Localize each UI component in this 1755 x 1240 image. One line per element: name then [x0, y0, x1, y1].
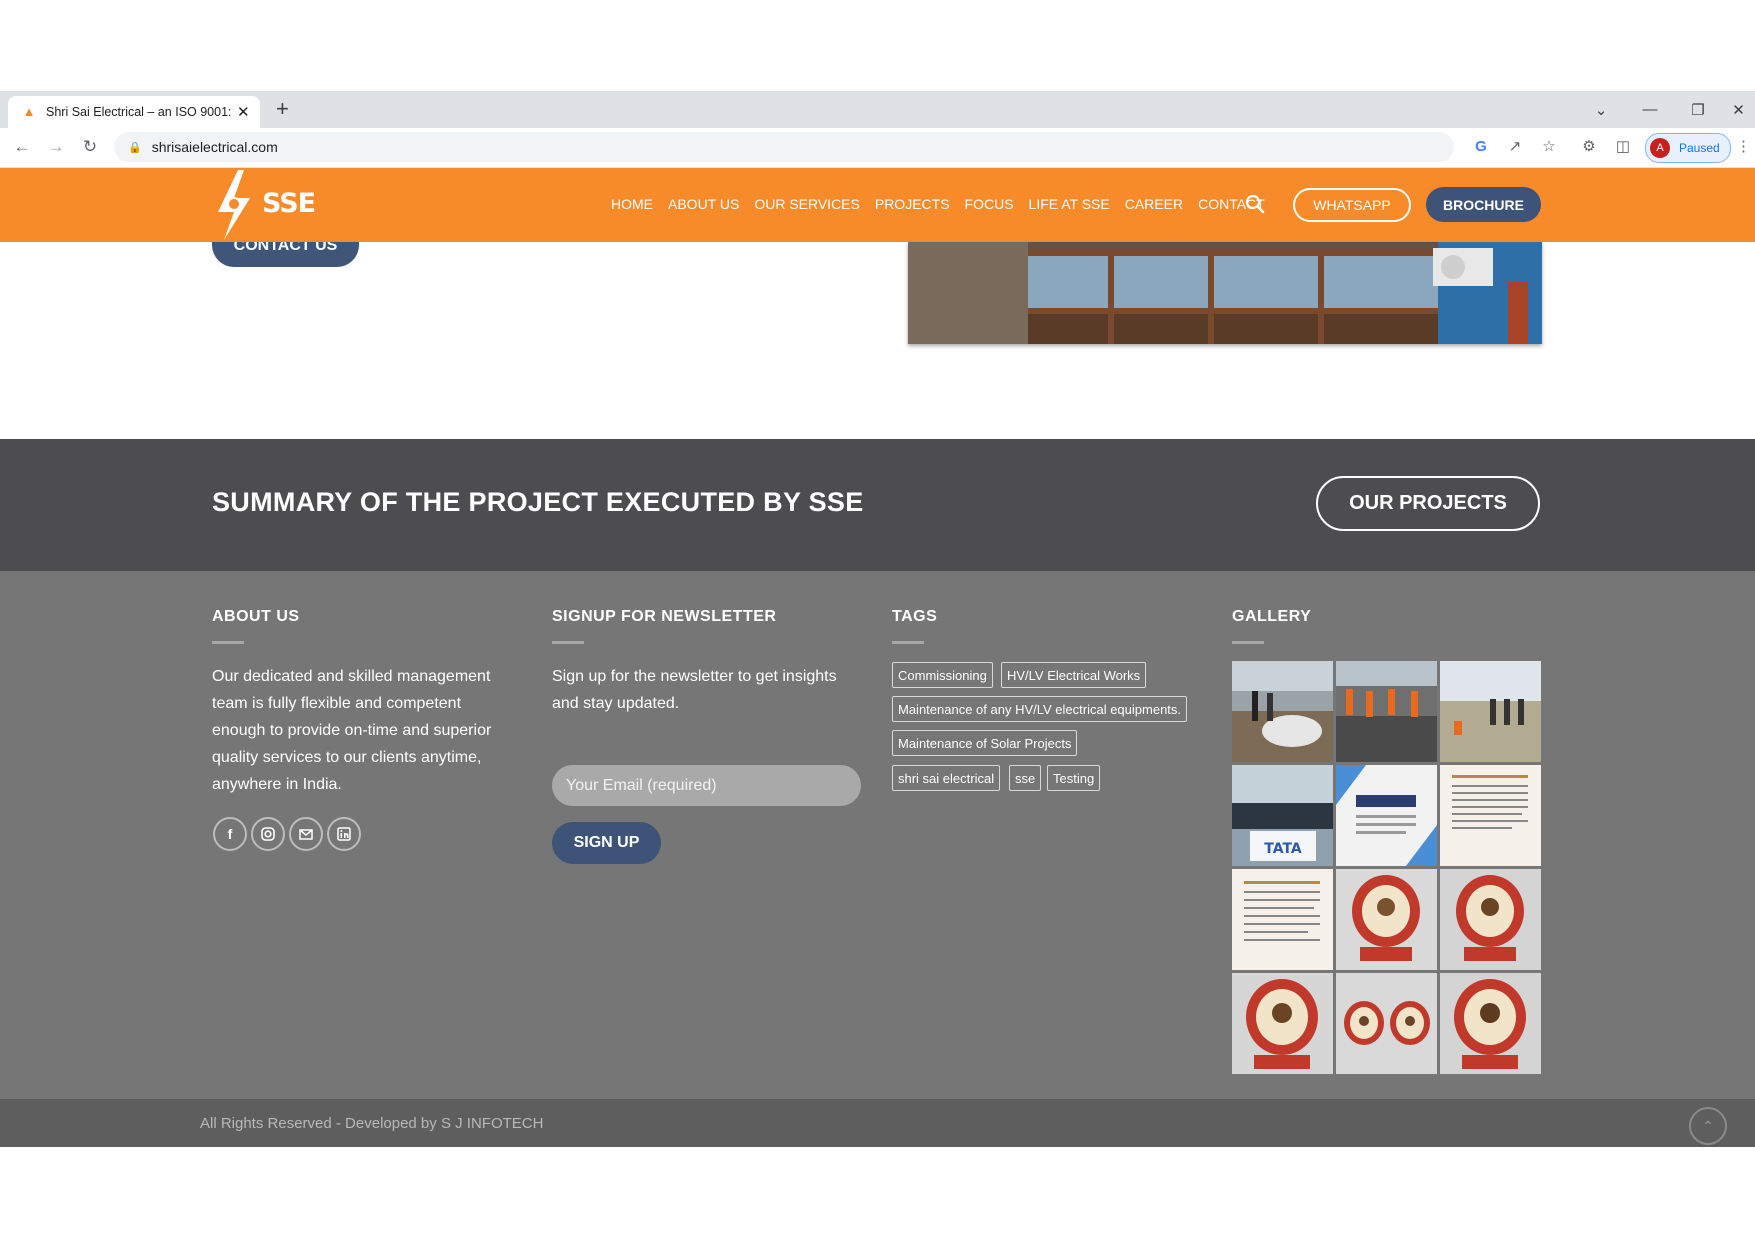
gallery-thumbnail[interactable] [1336, 973, 1437, 1074]
site-favicon-icon: ▲ [22, 104, 36, 119]
tag-link[interactable]: Maintenance of any HV/LV electrical equi… [892, 696, 1188, 722]
newsletter-text: Sign up for the newsletter to get insigh… [552, 668, 837, 712]
profile-button[interactable]: A Paused [1645, 133, 1731, 163]
site-header: SSE HOME ABOUT US OUR SERVICES PROJECTS … [0, 168, 1755, 242]
summary-banner: SUMMARY OF THE PROJECT EXECUTED BY SSE O… [0, 439, 1755, 571]
our-projects-button[interactable]: OUR PROJECTS [1316, 476, 1540, 531]
gallery-thumbnail[interactable] [1440, 661, 1541, 762]
nav-life-at-sse[interactable]: LIFE AT SSE [1029, 196, 1110, 212]
site-logo[interactable]: SSE [210, 168, 330, 242]
avatar: A [1650, 138, 1670, 158]
browser-tab[interactable]: ▲ Shri Sai Electrical – an ISO 9001:2 ✕ [8, 96, 260, 128]
newsletter-email-input[interactable] [552, 765, 861, 806]
about-divider [212, 641, 244, 644]
bookmark-star-icon[interactable]: ☆ [1538, 136, 1560, 158]
back-icon[interactable]: ← [10, 135, 34, 159]
nav-home[interactable]: HOME [611, 196, 653, 212]
gallery-thumbnail[interactable] [1232, 661, 1333, 762]
tag-link[interactable]: Testing [1047, 765, 1101, 791]
profile-status: Paused [1679, 141, 1720, 155]
gallery-divider [1232, 641, 1264, 644]
tag-link[interactable]: Maintenance of Solar Projects [892, 730, 1078, 756]
tab-search-chevron-icon[interactable]: ⌄ [1577, 91, 1625, 128]
whatsapp-button[interactable]: WHATSAPP [1293, 188, 1411, 222]
new-tab-button[interactable]: + [276, 96, 289, 122]
gallery-thumbnail[interactable] [1336, 765, 1437, 866]
nav-career[interactable]: CAREER [1125, 196, 1183, 212]
reload-icon[interactable]: ↻ [78, 135, 102, 159]
about-text: Our dedicated and skilled management tea… [212, 668, 492, 793]
tag-link[interactable]: shri sai electrical [892, 765, 1001, 791]
brochure-button[interactable]: BROCHURE [1426, 187, 1541, 222]
tag-link[interactable]: sse [1009, 765, 1042, 791]
side-panel-icon[interactable]: ◫ [1612, 136, 1634, 158]
address-bar[interactable]: 🔒 shrisaielectrical.com [114, 132, 1454, 162]
building-photo [908, 242, 1542, 344]
gallery-thumbnail[interactable] [1336, 869, 1437, 970]
gallery-thumbnail[interactable] [1232, 973, 1333, 1074]
tag-cloud: Commissioning HV/LV Electrical Works Mai… [892, 662, 1212, 802]
google-icon[interactable]: G [1470, 136, 1492, 158]
newsletter-divider [552, 641, 584, 644]
copyright-text: All Rights Reserved - Developed by S J I… [200, 1115, 544, 1132]
newsletter-heading: SIGNUP FOR NEWSLETTER [552, 608, 777, 625]
summary-title: SUMMARY OF THE PROJECT EXECUTED BY SSE [212, 487, 864, 517]
url-text: shrisaielectrical.com [151, 139, 278, 155]
lock-icon: 🔒 [128, 141, 142, 154]
signup-button[interactable]: SIGN UP [552, 822, 661, 864]
tags-heading: TAGS [892, 608, 938, 625]
browser-tab-bar: ▲ Shri Sai Electrical – an ISO 9001:2 ✕ … [0, 91, 1755, 128]
gallery-thumbnail[interactable] [1336, 661, 1437, 762]
extensions-icon[interactable]: ⚙ [1578, 136, 1600, 158]
forward-icon[interactable]: → [44, 135, 68, 159]
close-window-button[interactable]: ✕ [1722, 91, 1755, 128]
about-heading: ABOUT US [212, 608, 300, 625]
svg-text:TATA: TATA [1264, 841, 1302, 857]
gallery-heading: GALLERY [1232, 608, 1312, 625]
nav-projects[interactable]: PROJECTS [875, 196, 950, 212]
facebook-icon[interactable]: f [213, 817, 247, 851]
browser-menu-icon[interactable]: ⋮ [1736, 136, 1751, 158]
main-nav: HOME ABOUT US OUR SERVICES PROJECTS FOCU… [611, 196, 1265, 212]
minimize-button[interactable]: — [1626, 91, 1674, 128]
nav-focus[interactable]: FOCUS [965, 196, 1014, 212]
gallery-thumbnail[interactable] [1440, 869, 1541, 970]
share-icon[interactable]: ↗ [1504, 136, 1526, 158]
gallery-thumbnail[interactable] [1232, 869, 1333, 970]
close-tab-icon[interactable]: ✕ [237, 103, 250, 121]
logo-text: SSE [262, 188, 316, 219]
nav-about-us[interactable]: ABOUT US [668, 196, 739, 212]
tab-title: Shri Sai Electrical – an ISO 9001:2 [46, 105, 231, 119]
tags-divider [892, 641, 924, 644]
email-icon[interactable] [289, 817, 323, 851]
tag-link[interactable]: HV/LV Electrical Works [1001, 662, 1147, 688]
gallery-grid: TATA [1232, 661, 1542, 1074]
tag-link[interactable]: Commissioning [892, 662, 993, 688]
site-footer: ABOUT US Our dedicated and skilled manag… [0, 571, 1755, 1099]
browser-toolbar: ← → ↻ 🔒 shrisaielectrical.com G ↗ ☆ ⚙ ◫ … [0, 128, 1755, 168]
instagram-icon[interactable] [251, 817, 285, 851]
gallery-thumbnail[interactable] [1440, 765, 1541, 866]
back-to-top-icon[interactable]: ⌃ [1689, 1107, 1727, 1145]
footer-bottom-bar: All Rights Reserved - Developed by S J I… [0, 1099, 1755, 1147]
nav-our-services[interactable]: OUR SERVICES [754, 196, 860, 212]
gallery-thumbnail[interactable] [1440, 973, 1541, 1074]
restore-button[interactable]: ❐ [1674, 91, 1722, 128]
linkedin-icon[interactable] [327, 817, 361, 851]
gallery-thumbnail[interactable]: TATA [1232, 765, 1333, 866]
logo-bolt-icon [218, 170, 250, 240]
search-icon[interactable] [1244, 193, 1266, 215]
